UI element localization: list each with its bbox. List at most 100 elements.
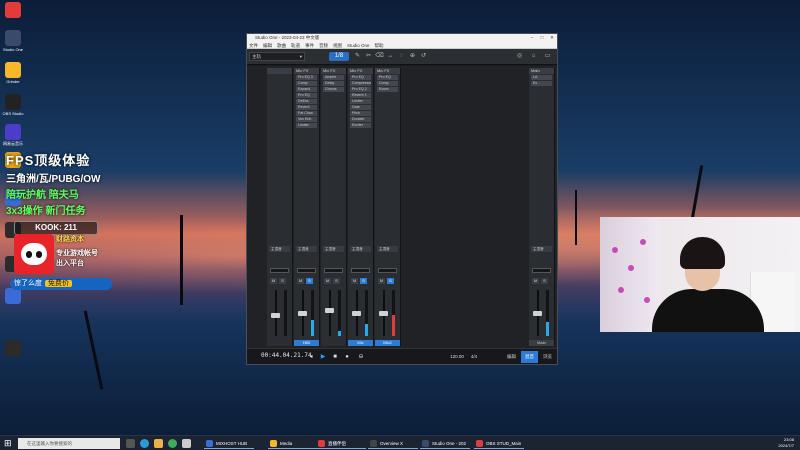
stop-button[interactable]: ■ bbox=[331, 353, 339, 361]
channel-name[interactable]: Main bbox=[529, 68, 554, 74]
signature-display[interactable]: 4/4 bbox=[469, 353, 479, 361]
insert-slot[interactable]: Comp bbox=[377, 81, 398, 86]
view-tab[interactable]: 编辑 bbox=[503, 351, 520, 363]
insert-slot[interactable]: Exciter bbox=[350, 123, 371, 128]
volume-fader[interactable] bbox=[533, 311, 542, 316]
menu-item[interactable]: 编辑 bbox=[263, 43, 272, 48]
output-routing[interactable]: 主混音 bbox=[269, 246, 290, 252]
store-icon[interactable] bbox=[182, 439, 191, 448]
insert-slot[interactable]: Room bbox=[377, 87, 398, 92]
channel-name[interactable]: Mic FX bbox=[348, 68, 373, 74]
menu-item[interactable]: 轨道 bbox=[291, 43, 300, 48]
insert-slot[interactable]: Vox Enh bbox=[296, 117, 317, 122]
insert-slot[interactable]: Pitch bbox=[350, 111, 371, 116]
taskbar-search-input[interactable]: 在这里输入你要搜索的 bbox=[18, 438, 120, 449]
desktop-icon[interactable]: 网易云音乐 bbox=[2, 124, 24, 146]
edit-tool-icon[interactable]: ✎ bbox=[353, 52, 362, 61]
channel-name[interactable]: Mic FX bbox=[294, 68, 319, 74]
volume-fader[interactable] bbox=[379, 311, 388, 316]
edit-tool-icon[interactable]: ⊕ bbox=[408, 52, 417, 61]
insert-slot[interactable]: Expand bbox=[296, 87, 317, 92]
pan-control[interactable] bbox=[378, 268, 397, 273]
metronome-icon[interactable]: ⊖ bbox=[357, 353, 365, 361]
insert-slot[interactable]: Pro EQ 3 bbox=[296, 75, 317, 80]
desktop-icon[interactable] bbox=[2, 340, 24, 356]
taskbar-app[interactable]: MIXHOST HUB bbox=[204, 438, 254, 449]
desktop-icon[interactable] bbox=[2, 2, 24, 18]
explorer-icon[interactable] bbox=[154, 439, 163, 448]
solo-button[interactable]: S bbox=[360, 278, 367, 284]
taskbar-app[interactable]: 直播伴侣 bbox=[316, 438, 366, 449]
desktop-icon[interactable]: Grinder bbox=[2, 62, 24, 84]
edit-tool-icon[interactable]: ⌫ bbox=[375, 52, 384, 61]
pan-control[interactable] bbox=[351, 268, 370, 273]
output-routing[interactable]: 主混音 bbox=[377, 246, 398, 252]
insert-slot[interactable]: Compressor bbox=[350, 81, 371, 86]
insert-slot[interactable]: Pro EQ bbox=[296, 93, 317, 98]
volume-fader[interactable] bbox=[298, 311, 307, 316]
taskbar-app[interactable]: Studio One - 202 bbox=[420, 438, 470, 449]
taskbar-app[interactable]: Media bbox=[268, 438, 318, 449]
view-tab[interactable]: 浏览 bbox=[539, 351, 556, 363]
loop-icon[interactable]: ◂ bbox=[307, 353, 315, 361]
mute-button[interactable]: M bbox=[532, 278, 539, 284]
pan-control[interactable] bbox=[270, 268, 289, 273]
chrome-icon[interactable] bbox=[168, 439, 177, 448]
volume-fader[interactable] bbox=[325, 308, 334, 313]
menu-item[interactable]: 事件 bbox=[305, 43, 314, 48]
taskbar-app[interactable]: OBS STUD_Main bbox=[474, 438, 524, 449]
menu-item[interactable]: 视图 bbox=[333, 43, 342, 48]
volume-fader[interactable] bbox=[352, 311, 361, 316]
pan-control[interactable] bbox=[532, 268, 551, 273]
clock[interactable]: 23:08 2024/7/7 bbox=[778, 437, 794, 449]
desktop-icon[interactable]: OBS Studio bbox=[2, 94, 24, 116]
desktop-icon[interactable] bbox=[2, 288, 24, 304]
output-routing[interactable]: 主混音 bbox=[531, 246, 552, 252]
view-tab[interactable]: 混音 bbox=[521, 351, 538, 363]
insert-slot[interactable]: Fat Chan bbox=[296, 111, 317, 116]
insert-slot[interactable]: Limiter bbox=[350, 99, 371, 104]
preset-select[interactable]: 主轨 ▾ bbox=[249, 52, 305, 61]
solo-button[interactable]: S bbox=[306, 278, 313, 284]
channel-name[interactable]: Mic FX bbox=[375, 68, 400, 74]
close-button[interactable]: ✕ bbox=[547, 34, 557, 42]
mute-button[interactable]: M bbox=[351, 278, 358, 284]
minimize-button[interactable]: – bbox=[527, 34, 537, 42]
output-routing[interactable]: 主混音 bbox=[296, 246, 317, 252]
menu-item[interactable]: 文件 bbox=[249, 43, 258, 48]
maximize-button[interactable]: □ bbox=[537, 34, 547, 42]
menu-item[interactable]: 音频 bbox=[319, 43, 328, 48]
solo-button[interactable]: S bbox=[387, 278, 394, 284]
insert-slot[interactable]: Reverb 1 bbox=[350, 93, 371, 98]
insert-slot[interactable]: Doubler bbox=[350, 117, 371, 122]
menu-item[interactable]: Studio One bbox=[347, 43, 370, 48]
solo-button[interactable]: S bbox=[279, 278, 286, 284]
edit-tool-icon[interactable]: ◌ bbox=[397, 52, 406, 61]
mute-button[interactable]: M bbox=[270, 278, 277, 284]
insert-slot[interactable]: LA bbox=[531, 75, 552, 80]
select-tool-icon[interactable]: 1/8 bbox=[329, 52, 349, 61]
edit-tool-icon[interactable]: ✂ bbox=[364, 52, 373, 61]
insert-slot[interactable]: DeEss bbox=[296, 99, 317, 104]
desktop-icon[interactable]: Studio One bbox=[2, 30, 24, 52]
edit-tool-icon[interactable]: ↺ bbox=[419, 52, 428, 61]
menu-item[interactable]: 歌曲 bbox=[277, 43, 286, 48]
insert-slot[interactable]: Chorus bbox=[323, 87, 344, 92]
insert-slot[interactable]: Ampire bbox=[323, 75, 344, 80]
channel-name[interactable]: Mic FX bbox=[321, 68, 346, 74]
user-icon[interactable]: ◎ bbox=[515, 52, 524, 61]
windows-start-icon[interactable]: ⊞ bbox=[4, 439, 13, 448]
menu-item[interactable]: 帮助 bbox=[375, 43, 384, 48]
channel-name[interactable] bbox=[267, 68, 292, 74]
home-icon[interactable]: ⌂ bbox=[529, 52, 538, 61]
play-button[interactable]: ▶ bbox=[319, 353, 327, 361]
solo-button[interactable]: S bbox=[333, 278, 340, 284]
taskbar-app[interactable]: Overview X bbox=[368, 438, 418, 449]
panel-icon[interactable]: ▭ bbox=[543, 52, 552, 61]
insert-slot[interactable]: Reverb bbox=[296, 105, 317, 110]
edge-icon[interactable] bbox=[140, 439, 149, 448]
solo-button[interactable]: S bbox=[541, 278, 548, 284]
mute-button[interactable]: M bbox=[378, 278, 385, 284]
insert-slot[interactable]: Delay bbox=[323, 81, 344, 86]
pan-control[interactable] bbox=[297, 268, 316, 273]
